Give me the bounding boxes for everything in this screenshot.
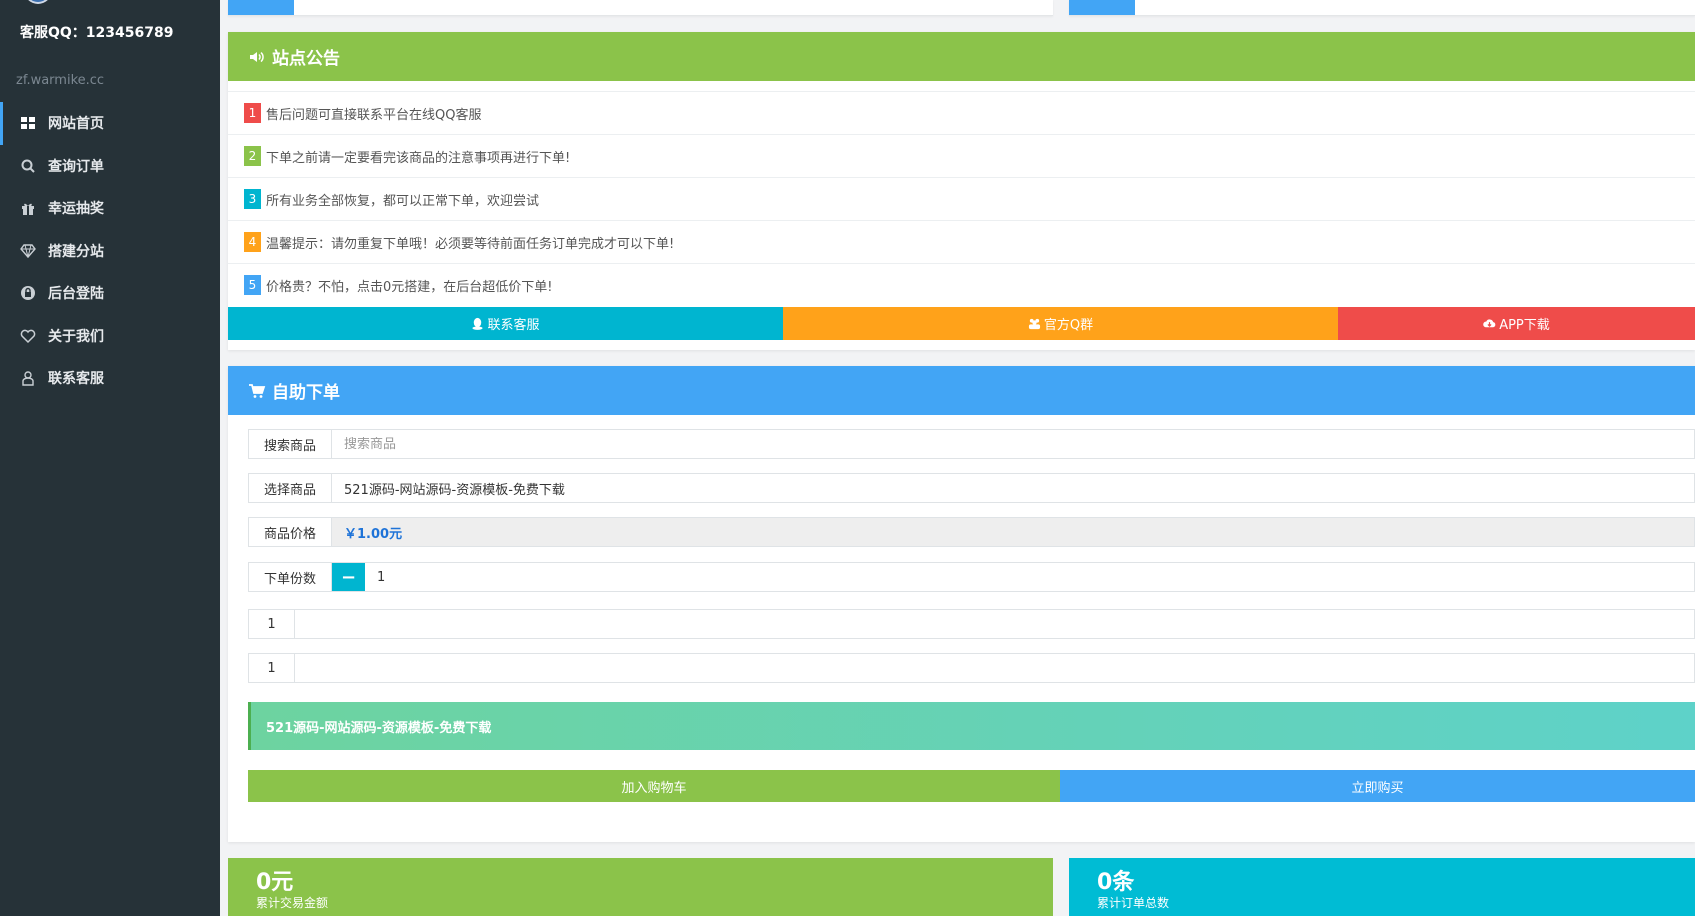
avatar[interactable] [24,0,52,4]
diamond-icon [20,243,36,259]
quantity-row: 下单份数 − 1 [248,562,1695,592]
lock-icon [20,285,36,301]
quantity-input[interactable]: 1 [365,563,1694,591]
notice-header: 站点公告 [228,32,1695,81]
select-product-row: 选择商品 521源码-网站源码-资源模板-免费下载 [248,473,1695,503]
notice-item: 5 价格贵？不怕，点击0元搭建，在后台超低价下单! [228,263,1695,306]
shopping-cart-icon [248,382,266,400]
notice-text: 价格贵？不怕，点击0元搭建，在后台超低价下单! [266,279,553,295]
users-icon [1028,318,1040,330]
search-icon [20,158,36,174]
sidebar-item-label: 幸运抽奖 [48,201,104,218]
order-header: 自助下单 [228,366,1695,415]
input-2-field[interactable] [295,654,1694,682]
notice-text: 温馨提示：请勿重复下单哦！必须要等待前面任务订单完成才可以下单! [266,236,675,252]
sidebar-item-label: 后台登陆 [48,286,104,303]
sidebar-item-substation[interactable]: 搭建分站 [0,230,220,273]
sidebar-item-about[interactable]: 关于我们 [0,315,220,358]
notice-list: 1 售后问题可直接联系平台在线QQ客服 2 下单之前请一定要看完该商品的注意事项… [228,91,1695,306]
notice-number-badge: 2 [244,146,261,166]
notice-title: 站点公告 [272,49,340,69]
notice-text: 所有业务全部恢复，都可以正常下单，欢迎尝试 [266,193,540,209]
notice-number-badge: 4 [244,232,261,252]
total-amount-card: 0元 累计交易金额 [228,858,1053,916]
qq-penguin-icon [472,317,484,330]
sidebar-item-label: 联系客服 [48,371,104,388]
contact-service-button[interactable]: 联系客服 [228,307,783,340]
sidebar-item-label: 搭建分站 [48,243,104,260]
notice-item: 3 所有业务全部恢复，都可以正常下单，欢迎尝试 [228,177,1695,220]
total-orders-value: 0条 [1097,870,1135,895]
input-row-1: 1 [248,609,1695,639]
notice-panel: 站点公告 1 售后问题可直接联系平台在线QQ客服 2 下单之前请一定要看完该商品… [228,32,1695,350]
product-description: 521源码-网站源码-资源模板-免费下载 [248,702,1695,750]
app-download-button[interactable]: APP下载 [1338,307,1695,340]
sidebar-item-label: 查询订单 [48,158,104,175]
add-to-cart-button[interactable]: 加入购物车 [248,770,1060,802]
grid-icon [20,115,36,131]
sidebar-item-contact[interactable]: 联系客服 [0,357,220,400]
notice-button-bar: 联系客服 官方Q群 APP下载 [228,307,1695,340]
order-title: 自助下单 [272,383,340,403]
order-actions: 加入购物车 立即购买 [248,770,1695,802]
sidebar-item-lottery[interactable]: 幸运抽奖 [0,187,220,230]
sidebar-item-admin-login[interactable]: 后台登陆 [0,272,220,315]
input-2-label: 1 [249,654,295,682]
price-label: 商品价格 [249,518,332,546]
notice-number-badge: 1 [244,103,261,123]
notice-item: 4 温馨提示：请勿重复下单哦！必须要等待前面任务订单完成才可以下单! [228,220,1695,263]
self-order-panel: 自助下单 搜索商品 选择商品 521源码-网站源码-资源模板-免费下载 商品价格… [228,366,1695,842]
volume-icon [248,48,266,66]
notice-number-badge: 5 [244,275,261,295]
input-1-field[interactable] [295,610,1694,638]
app-download-label: APP下载 [1499,318,1550,333]
service-qq: 客服QQ：123456789 [20,25,174,41]
total-amount-value: 0元 [256,870,294,895]
total-orders-card: 0条 累计订单总数 [1069,858,1695,916]
quantity-minus-button[interactable]: − [332,563,365,591]
input-row-2: 1 [248,653,1695,683]
main-content: 站点公告 1 售后问题可直接联系平台在线QQ客服 2 下单之前请一定要看完该商品… [220,0,1695,916]
sidebar-item-home[interactable]: 网站首页 [0,102,220,145]
select-product-label: 选择商品 [249,474,332,502]
official-qq-group-button[interactable]: 官方Q群 [783,307,1338,340]
site-domain: zf.warmike.cc [16,73,105,88]
quantity-label: 下单份数 [249,563,332,591]
search-row: 搜索商品 [248,429,1695,459]
sidebar-item-label: 关于我们 [48,328,104,345]
top-card-left [228,0,1053,16]
notice-text: 下单之前请一定要看完该商品的注意事项再进行下单! [266,150,571,166]
price-value: ￥1.00元 [332,518,1694,546]
notice-text: 售后问题可直接联系平台在线QQ客服 [266,107,482,123]
input-1-label: 1 [249,610,295,638]
top-card-right-accent [1069,0,1135,15]
notice-number-badge: 3 [244,189,261,209]
user-icon [20,370,36,386]
price-row: 商品价格 ￥1.00元 [248,517,1695,547]
total-orders-label: 累计订单总数 [1097,896,1170,910]
heart-icon [20,328,36,344]
search-input[interactable] [344,436,1694,452]
sidebar: 客服QQ：123456789 zf.warmike.cc 网站首页 查询订单 幸… [0,0,220,916]
gift-icon [20,200,36,216]
sidebar-item-label: 网站首页 [48,116,104,133]
product-select[interactable]: 521源码-网站源码-资源模板-免费下载 [332,474,1694,502]
sidebar-item-query-order[interactable]: 查询订单 [0,145,220,188]
notice-item: 2 下单之前请一定要看完该商品的注意事项再进行下单! [228,134,1695,177]
sidebar-nav: 网站首页 查询订单 幸运抽奖 搭建分站 后台登陆 关于我们 联系客服 [0,102,220,400]
buy-now-button[interactable]: 立即购买 [1060,770,1695,802]
cloud-download-icon [1483,319,1496,328]
search-value [332,430,1694,458]
official-qq-group-label: 官方Q群 [1043,318,1094,333]
top-card-left-accent [228,0,294,15]
contact-service-label: 联系客服 [487,318,540,333]
notice-item: 1 售后问题可直接联系平台在线QQ客服 [228,91,1695,134]
top-card-right [1069,0,1695,16]
total-amount-label: 累计交易金额 [256,896,329,910]
search-label: 搜索商品 [249,430,332,458]
